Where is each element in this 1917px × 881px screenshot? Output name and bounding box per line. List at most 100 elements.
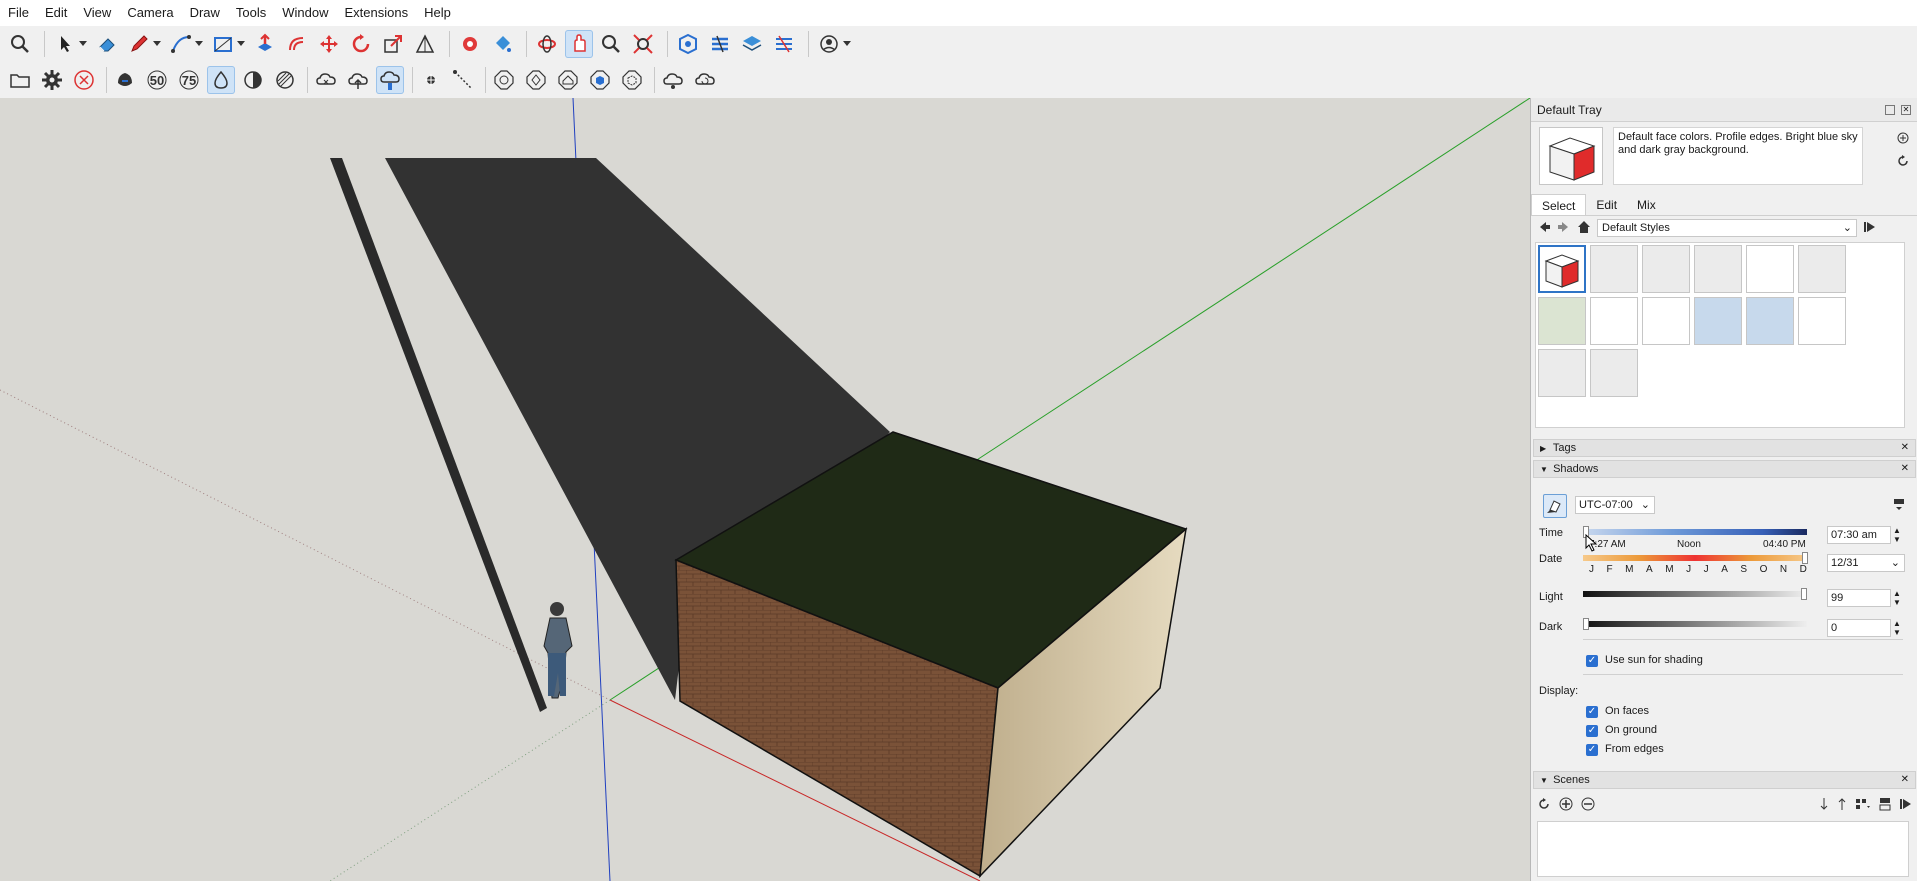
scenes-panel-header[interactable]: ▼ Scenes ✕ [1533, 771, 1916, 789]
drop-icon[interactable] [207, 66, 235, 94]
on-ground-checkbox[interactable]: ✓ [1586, 725, 1598, 737]
close-icon[interactable]: ✕ [1901, 461, 1909, 477]
tab-mix[interactable]: Mix [1627, 194, 1666, 215]
zoom-window-icon[interactable] [597, 30, 625, 58]
light-slider[interactable] [1583, 591, 1807, 597]
on-faces-checkbox[interactable]: ✓ [1586, 706, 1598, 718]
light-spinner-icon[interactable]: ▲ ▼ [1893, 589, 1901, 607]
forward-arrow-icon[interactable] [1557, 220, 1571, 237]
layers-icon[interactable] [738, 30, 766, 58]
add-scene-icon[interactable] [1559, 797, 1573, 814]
dark-input[interactable]: 0 [1827, 619, 1891, 637]
scale-icon[interactable] [379, 30, 407, 58]
style-thumb-8[interactable] [1590, 297, 1638, 345]
cloud-refresh-icon[interactable] [691, 66, 719, 94]
rectangle-tool-icon[interactable] [209, 30, 237, 58]
scene-expand-icon[interactable] [1899, 797, 1913, 814]
pin-icon[interactable] [1885, 105, 1895, 115]
cube-icon[interactable] [586, 66, 614, 94]
back-arrow-icon[interactable] [1537, 220, 1551, 237]
eraser-icon[interactable] [93, 30, 121, 58]
toggle-shadows-icon[interactable] [1543, 494, 1567, 518]
refresh-scene-icon[interactable] [1537, 797, 1551, 814]
remove-scene-icon[interactable] [1581, 797, 1595, 814]
dark-slider[interactable] [1583, 621, 1807, 627]
octagon-refresh-icon[interactable] [490, 66, 518, 94]
menu-extensions[interactable]: Extensions [337, 0, 417, 26]
style-thumb-4[interactable] [1694, 245, 1742, 293]
cloud-sync-icon[interactable] [659, 66, 687, 94]
collection-select[interactable]: Default Styles ⌄ [1597, 219, 1857, 237]
tab-select[interactable]: Select [1531, 194, 1587, 215]
move-scene-down-icon[interactable] [1819, 797, 1829, 814]
style-thumb-default[interactable] [1538, 245, 1586, 293]
materials-icon[interactable] [706, 30, 734, 58]
chevron-down-icon[interactable] [843, 30, 851, 58]
orbit-icon[interactable] [533, 30, 561, 58]
menu-help[interactable]: Help [416, 0, 459, 26]
arc-tool-icon[interactable] [167, 30, 195, 58]
tags-panel-header[interactable]: ▶ Tags ✕ [1533, 439, 1916, 457]
dark-slider-thumb[interactable] [1583, 618, 1589, 630]
chevron-down-icon[interactable] [153, 30, 161, 58]
zoom-icon[interactable] [6, 30, 34, 58]
update-style-icon[interactable] [1896, 154, 1910, 171]
open-folder-icon[interactable] [6, 66, 34, 94]
style-thumb-13[interactable] [1538, 349, 1586, 397]
use-sun-checkbox[interactable]: ✓ [1586, 655, 1598, 667]
menu-edit[interactable]: Edit [37, 0, 75, 26]
zoom-extents-icon[interactable] [629, 30, 657, 58]
style-thumb-12[interactable] [1798, 297, 1846, 345]
chevron-down-icon[interactable] [195, 30, 203, 58]
menu-view[interactable]: View [75, 0, 119, 26]
octagon-ring-icon[interactable] [522, 66, 550, 94]
style-thumb-11[interactable] [1746, 297, 1794, 345]
menu-camera[interactable]: Camera [119, 0, 181, 26]
style-thumb-3[interactable] [1642, 245, 1690, 293]
chevron-down-icon[interactable] [237, 30, 245, 58]
chevron-down-icon[interactable] [79, 30, 87, 58]
time-slider[interactable] [1583, 529, 1807, 535]
scenes-list[interactable] [1537, 821, 1909, 877]
time-spinner-icon[interactable]: ▲ ▼ [1893, 526, 1901, 544]
follow-me-icon[interactable] [411, 30, 439, 58]
details-arrow-icon[interactable] [1863, 220, 1877, 237]
view-options-icon[interactable] [1855, 797, 1871, 814]
close-icon[interactable]: ✕ [1901, 105, 1911, 115]
dashed-cube-icon[interactable] [618, 66, 646, 94]
style-thumb-5[interactable] [1746, 245, 1794, 293]
pan-icon[interactable] [565, 30, 593, 58]
date-select[interactable]: 12/31 ⌄ [1827, 554, 1905, 572]
offset-icon[interactable] [283, 30, 311, 58]
model-viewport[interactable] [0, 98, 1530, 881]
cloud-x-icon[interactable] [312, 66, 340, 94]
tape-measure-icon[interactable] [456, 30, 484, 58]
settings-gear-icon[interactable] [38, 66, 66, 94]
from-edges-checkbox[interactable]: ✓ [1586, 744, 1598, 756]
dark-spinner-icon[interactable]: ▲ ▼ [1893, 619, 1901, 637]
shadows-panel-header[interactable]: ▼ Shadows ✕ [1533, 460, 1916, 478]
push-pull-icon[interactable] [251, 30, 279, 58]
close-icon[interactable]: ✕ [1901, 440, 1909, 456]
person-figure[interactable] [543, 602, 573, 699]
dot-icon[interactable] [417, 66, 445, 94]
scene-canvas[interactable] [0, 98, 1530, 881]
rotate-icon[interactable] [347, 30, 375, 58]
details-toggle-icon[interactable] [1893, 498, 1905, 515]
dotted-line-icon[interactable] [449, 66, 477, 94]
style-thumb-10[interactable] [1694, 297, 1742, 345]
components-icon[interactable] [674, 30, 702, 58]
move-icon[interactable] [315, 30, 343, 58]
cloud-hand-icon[interactable] [376, 66, 404, 94]
light-slider-thumb[interactable] [1801, 588, 1807, 600]
level-50-icon[interactable]: 50 [143, 66, 171, 94]
create-style-icon[interactable] [1896, 131, 1910, 148]
time-input[interactable]: 07:30 am [1827, 526, 1891, 544]
home-icon[interactable] [1577, 220, 1591, 237]
close-icon[interactable]: ✕ [1901, 772, 1909, 788]
style-thumb-9[interactable] [1642, 297, 1690, 345]
style-thumb-14[interactable] [1590, 349, 1638, 397]
menu-file[interactable]: File [0, 0, 37, 26]
menu-window[interactable]: Window [274, 0, 336, 26]
opacity-icon[interactable] [111, 66, 139, 94]
